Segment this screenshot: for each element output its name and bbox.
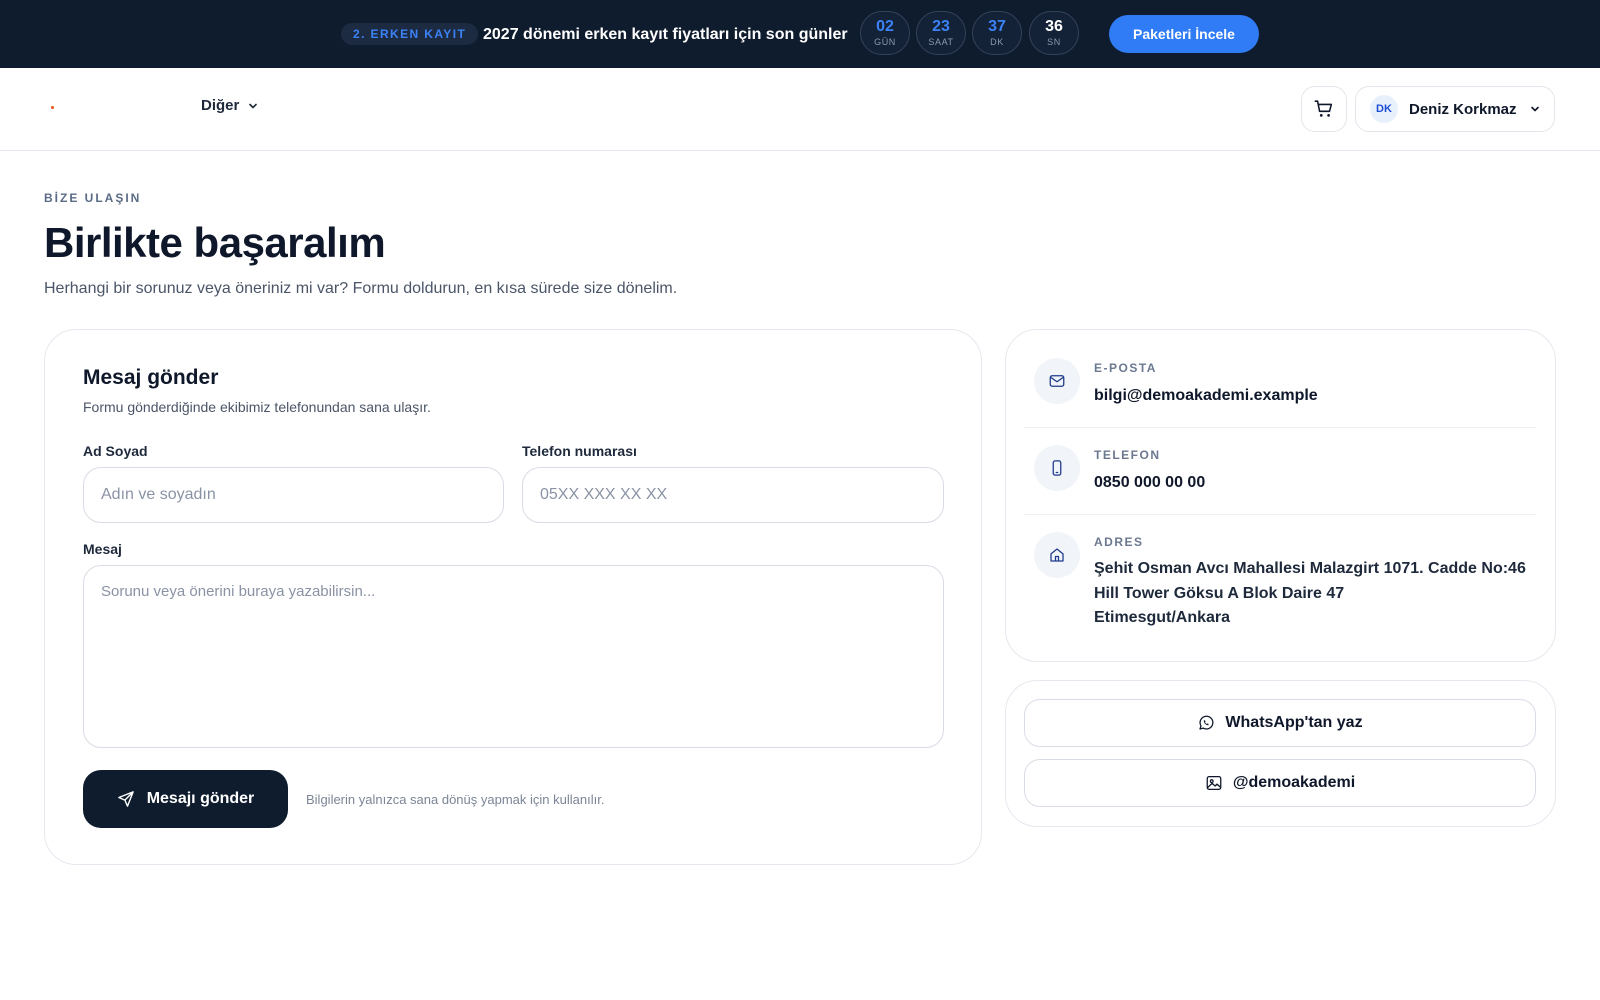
email-label: E-POSTA xyxy=(1094,361,1157,375)
promo-bar: 2. ERKEN KAYIT 2027 dönemi erken kayıt f… xyxy=(0,0,1600,68)
countdown-days-value: 02 xyxy=(876,18,894,35)
smartphone-icon xyxy=(1052,460,1062,476)
nav-more-label: Diğer xyxy=(201,97,240,114)
address-line: Şehit Osman Avcı Mahallesi Malazgirt 107… xyxy=(1094,560,1526,577)
name-label: Ad Soyad xyxy=(83,443,148,459)
page-subtitle: Herhangi bir sorunuz veya öneriniz mi va… xyxy=(44,280,678,297)
chevron-down-icon xyxy=(249,103,258,108)
promo-badge: 2. ERKEN KAYIT xyxy=(341,23,479,45)
name-input[interactable] xyxy=(83,467,504,523)
logo[interactable] xyxy=(51,106,54,109)
page-title: Birlikte başaralım xyxy=(44,219,386,266)
countdown-minutes: 37 DK xyxy=(972,11,1022,55)
cart-icon xyxy=(1314,100,1333,117)
message-textarea[interactable] xyxy=(83,565,944,748)
countdown-seconds: 36 SN xyxy=(1029,11,1079,55)
countdown-days: 02 GÜN xyxy=(860,11,910,55)
nav-more-menu[interactable]: Diğer xyxy=(201,97,259,114)
promo-text: 2027 dönemi erken kayıt fiyatları için s… xyxy=(483,26,848,43)
countdown-hours-value: 23 xyxy=(932,18,950,35)
countdown-days-unit: GÜN xyxy=(874,37,896,47)
countdown-hours: 23 SAAT xyxy=(916,11,966,55)
send-message-button[interactable]: Mesajı gönder xyxy=(83,770,288,828)
image-icon xyxy=(1206,775,1222,791)
email-icon-wrap xyxy=(1034,358,1080,404)
user-name: Deniz Korkmaz xyxy=(1409,100,1517,118)
page-eyebrow: BİZE ULAŞIN xyxy=(44,191,142,205)
phone-info-value[interactable]: 0850 000 00 00 xyxy=(1094,474,1205,492)
address-icon-wrap xyxy=(1034,532,1080,578)
send-icon xyxy=(117,791,134,807)
cart-button[interactable] xyxy=(1301,86,1347,132)
instagram-button[interactable]: @demoakademi xyxy=(1024,759,1536,807)
form-title: Mesaj gönder xyxy=(83,366,219,389)
address-line: Hill Tower Göksu A Blok Daire 47 xyxy=(1094,584,1345,602)
email-value[interactable]: bilgi@demoakademi.example xyxy=(1094,387,1318,405)
instagram-label: @demoakademi xyxy=(1232,774,1356,791)
site-header: Diğer DK Deniz Korkmaz xyxy=(0,68,1600,151)
address-label: ADRES xyxy=(1094,535,1144,549)
whatsapp-icon xyxy=(1199,715,1214,730)
countdown-seconds-unit: SN xyxy=(1047,37,1061,47)
user-menu-button[interactable]: DK Deniz Korkmaz xyxy=(1355,86,1555,132)
avatar: DK xyxy=(1370,95,1398,123)
divider xyxy=(1024,514,1536,515)
form-subtitle: Formu gönderdiğinde ekibimiz telefonunda… xyxy=(83,399,431,415)
countdown-seconds-value: 36 xyxy=(1045,18,1063,35)
phone-icon-wrap xyxy=(1034,445,1080,491)
privacy-note: Bilgilerin yalnızca sana dönüş yapmak iç… xyxy=(306,792,605,807)
chevron-down-icon xyxy=(1530,106,1539,112)
view-packages-button[interactable]: Paketleri İncele xyxy=(1109,15,1259,53)
divider xyxy=(1024,427,1536,428)
message-label: Mesaj xyxy=(83,541,122,557)
address-value: Şehit Osman Avcı Mahallesi Malazgirt 107… xyxy=(1094,557,1526,631)
countdown-minutes-unit: DK xyxy=(990,37,1004,47)
address-line: Etimesgut/Ankara xyxy=(1094,609,1231,626)
phone-label: Telefon numarası xyxy=(522,443,637,459)
countdown-minutes-value: 37 xyxy=(988,18,1006,35)
countdown-hours-unit: SAAT xyxy=(928,37,954,47)
send-message-label: Mesajı gönder xyxy=(146,790,255,807)
home-icon xyxy=(1050,548,1064,562)
phone-input[interactable] xyxy=(522,467,944,523)
phone-info-label: TELEFON xyxy=(1094,448,1161,462)
whatsapp-label: WhatsApp'tan yaz xyxy=(1225,714,1363,731)
whatsapp-button[interactable]: WhatsApp'tan yaz xyxy=(1024,699,1536,747)
mail-icon xyxy=(1049,375,1065,387)
